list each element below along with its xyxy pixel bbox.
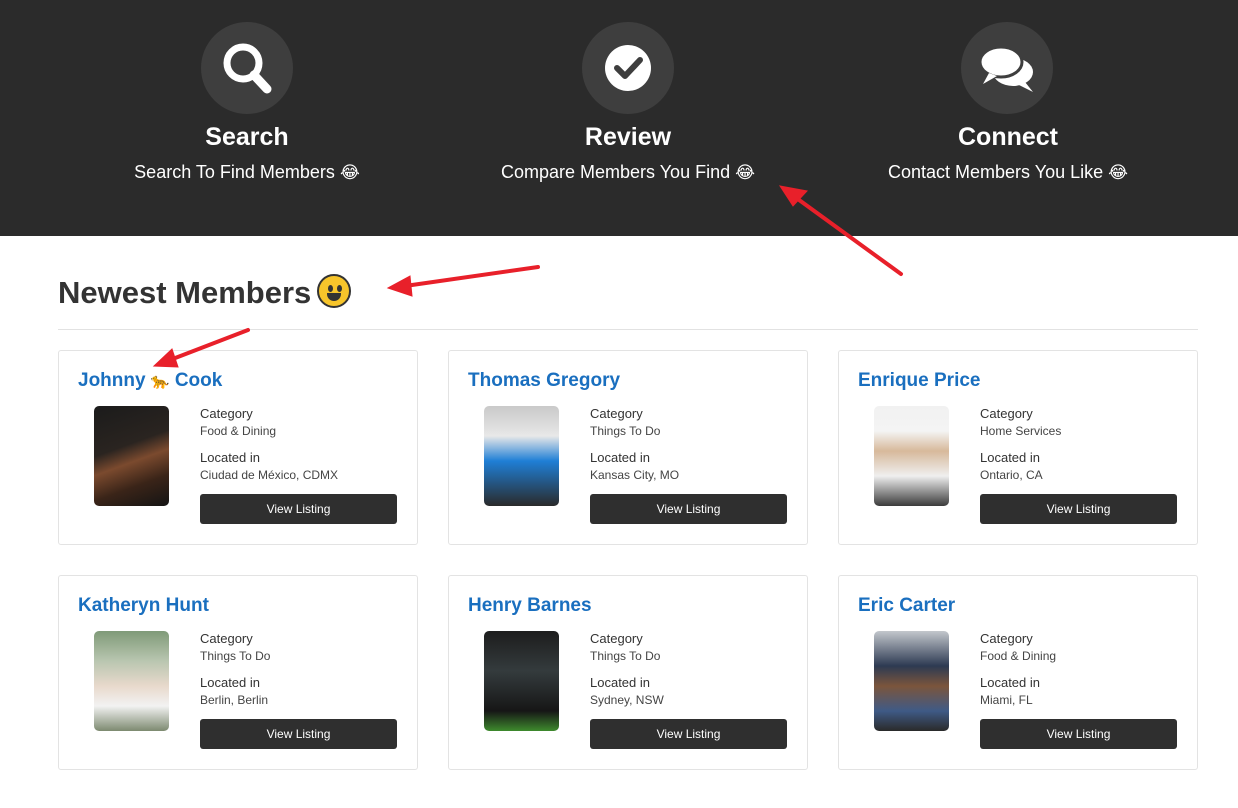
feature-title: Review: [584, 123, 672, 151]
check-circle-icon: [582, 22, 674, 114]
view-listing-button[interactable]: View Listing: [200, 719, 397, 749]
view-listing-button[interactable]: View Listing: [980, 494, 1177, 524]
member-photo[interactable]: [484, 631, 559, 731]
member-name-link[interactable]: Katheryn Hunt: [78, 593, 209, 619]
location-value: Berlin, Berlin: [200, 693, 269, 707]
view-listing-button[interactable]: View Listing: [980, 719, 1177, 749]
feature-review: Review Compare Members You Find 😂: [428, 0, 828, 184]
category-value: Things To Do: [590, 649, 661, 663]
member-name-link[interactable]: Johnny 🐆 Cook: [78, 368, 222, 394]
member-name-link[interactable]: Henry Barnes: [468, 593, 592, 619]
features-banner: Search Search To Find Members 😂 Review C…: [0, 0, 1238, 236]
member-name-link[interactable]: Eric Carter: [858, 593, 955, 619]
member-card: Johnny 🐆 Cook Category Food & Dining Loc…: [58, 350, 418, 545]
feature-description: Search To Find Members 😂: [134, 162, 360, 183]
location-value: Sydney, NSW: [590, 693, 664, 707]
category-value: Food & Dining: [980, 649, 1057, 663]
view-listing-button[interactable]: View Listing: [590, 719, 787, 749]
location-label: Located in: [980, 675, 1040, 690]
feature-search: Search Search To Find Members 😂: [47, 0, 447, 184]
view-listing-button[interactable]: View Listing: [590, 494, 787, 524]
member-card: Thomas Gregory Category Things To Do Loc…: [448, 350, 808, 545]
member-card: Henry Barnes Category Things To Do Locat…: [448, 575, 808, 770]
location-label: Located in: [200, 675, 260, 690]
grinning-face-icon: [317, 274, 352, 308]
location-label: Located in: [590, 675, 650, 690]
member-name-link[interactable]: Thomas Gregory: [468, 368, 620, 394]
category-label: Category: [980, 406, 1033, 421]
feature-description: Contact Members You Like 😂: [887, 162, 1128, 183]
location-value: Miami, FL: [980, 693, 1033, 707]
section-title: Newest Members: [58, 272, 352, 314]
location-label: Located in: [200, 450, 260, 465]
category-value: Home Services: [980, 424, 1062, 438]
chat-bubbles-icon: [961, 22, 1053, 114]
category-label: Category: [590, 631, 643, 646]
category-value: Things To Do: [200, 649, 271, 663]
location-value: Ciudad de México, CDMX: [200, 468, 339, 482]
search-icon: [201, 22, 293, 114]
feature-title: Search: [205, 123, 289, 151]
location-label: Located in: [980, 450, 1040, 465]
feature-title: Connect: [958, 123, 1058, 151]
location-value: Ontario, CA: [980, 468, 1043, 482]
category-label: Category: [200, 631, 253, 646]
category-value: Food & Dining: [200, 424, 277, 438]
member-card: Eric Carter Category Food & Dining Locat…: [838, 575, 1198, 770]
location-label: Located in: [590, 450, 650, 465]
annotation-arrow-title: [386, 265, 540, 297]
feature-connect: Connect Contact Members You Like 😂: [808, 0, 1208, 184]
divider: [58, 329, 1198, 330]
location-value: Kansas City, MO: [590, 468, 680, 482]
member-photo[interactable]: [874, 631, 949, 731]
member-photo[interactable]: [874, 406, 949, 506]
category-value: Things To Do: [590, 424, 661, 438]
member-card: Katheryn Hunt Category Things To Do Loca…: [58, 575, 418, 770]
member-name-link[interactable]: Enrique Price: [858, 368, 981, 394]
member-card: Enrique Price Category Home Services Loc…: [838, 350, 1198, 545]
category-label: Category: [980, 631, 1033, 646]
member-photo[interactable]: [94, 406, 169, 506]
member-photo[interactable]: [94, 631, 169, 731]
member-photo[interactable]: [484, 406, 559, 506]
category-label: Category: [590, 406, 643, 421]
feature-description: Compare Members You Find 😂: [500, 162, 755, 183]
view-listing-button[interactable]: View Listing: [200, 494, 397, 524]
category-label: Category: [200, 406, 253, 421]
